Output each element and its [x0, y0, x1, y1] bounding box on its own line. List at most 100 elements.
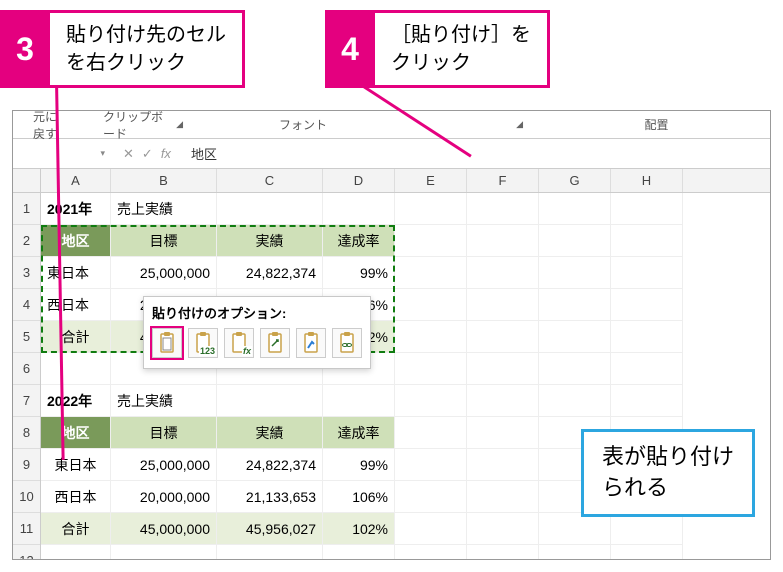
row-header[interactable]: 10	[13, 481, 40, 513]
cell[interactable]	[395, 513, 467, 545]
col-header[interactable]: H	[611, 169, 683, 192]
cell[interactable]: 実績	[217, 225, 323, 257]
cell[interactable]: 2022年	[41, 385, 111, 417]
cell[interactable]: 24,822,374	[217, 449, 323, 481]
paste-link-icon[interactable]	[332, 328, 362, 358]
cell[interactable]	[467, 385, 539, 417]
cell[interactable]	[395, 449, 467, 481]
cell[interactable]	[467, 257, 539, 289]
cell[interactable]: 20,000,000	[111, 481, 217, 513]
cell[interactable]: 売上実績	[111, 193, 217, 225]
cell[interactable]: 東日本	[41, 449, 111, 481]
select-all-corner[interactable]	[13, 169, 41, 193]
cell[interactable]	[395, 385, 467, 417]
cell[interactable]: 地区	[41, 225, 111, 257]
cell[interactable]	[467, 289, 539, 321]
cell[interactable]	[395, 545, 467, 560]
cell[interactable]: 実績	[217, 417, 323, 449]
cell[interactable]	[323, 193, 395, 225]
col-header[interactable]: D	[323, 169, 395, 192]
paste-formulas-icon[interactable]: fx	[224, 328, 254, 358]
row-header[interactable]: 7	[13, 385, 40, 417]
cell[interactable]	[467, 513, 539, 545]
cell[interactable]	[539, 321, 611, 353]
cell[interactable]: 24,822,374	[217, 257, 323, 289]
paste-formatting-icon[interactable]	[296, 328, 326, 358]
col-header[interactable]: F	[467, 169, 539, 192]
cell[interactable]: 達成率	[323, 417, 395, 449]
cell[interactable]	[539, 353, 611, 385]
cell[interactable]: 東日本	[41, 257, 111, 289]
col-header[interactable]: E	[395, 169, 467, 192]
cell[interactable]	[467, 481, 539, 513]
cell[interactable]: 合計	[41, 513, 111, 545]
cell[interactable]: 達成率	[323, 225, 395, 257]
dialog-launcher-icon[interactable]: ◢	[176, 119, 183, 130]
cell[interactable]	[395, 481, 467, 513]
cell[interactable]	[611, 289, 683, 321]
col-header[interactable]: B	[111, 169, 217, 192]
row-header[interactable]: 5	[13, 321, 40, 353]
cell[interactable]	[395, 257, 467, 289]
cell[interactable]: 2021年	[41, 193, 111, 225]
cell[interactable]	[539, 193, 611, 225]
formula-bar-content[interactable]: 地区	[181, 144, 217, 163]
cell[interactable]	[611, 257, 683, 289]
row-header[interactable]: 11	[13, 513, 40, 545]
cell[interactable]	[467, 321, 539, 353]
cell[interactable]: 99%	[323, 257, 395, 289]
paste-transpose-icon[interactable]	[260, 328, 290, 358]
paste-icon[interactable]	[152, 328, 182, 358]
cell[interactable]: 21,133,653	[217, 481, 323, 513]
col-header[interactable]: G	[539, 169, 611, 192]
cell[interactable]: 西日本	[41, 289, 111, 321]
cell[interactable]	[611, 353, 683, 385]
enter-icon[interactable]: ✓	[142, 146, 153, 162]
cell[interactable]: 売上実績	[111, 385, 217, 417]
cell[interactable]: 106%	[323, 481, 395, 513]
row-header[interactable]: 9	[13, 449, 40, 481]
row-header[interactable]: 6	[13, 353, 40, 385]
cell[interactable]: 地区	[41, 417, 111, 449]
cell[interactable]	[467, 353, 539, 385]
cell[interactable]	[395, 193, 467, 225]
cell[interactable]	[395, 353, 467, 385]
cell[interactable]	[611, 225, 683, 257]
cell[interactable]	[41, 353, 111, 385]
row-header[interactable]: 8	[13, 417, 40, 449]
dialog-launcher-icon[interactable]: ◢	[516, 119, 523, 130]
cell[interactable]: 102%	[323, 513, 395, 545]
cell[interactable]	[111, 545, 217, 560]
cell[interactable]	[611, 545, 683, 560]
cell[interactable]	[539, 545, 611, 560]
name-box[interactable]: ▾	[13, 148, 113, 159]
cell[interactable]: 99%	[323, 449, 395, 481]
cell[interactable]	[395, 321, 467, 353]
cell[interactable]	[395, 417, 467, 449]
row-header[interactable]: 1	[13, 193, 40, 225]
cell[interactable]	[539, 385, 611, 417]
col-header[interactable]: C	[217, 169, 323, 192]
row-header[interactable]: 12	[13, 545, 40, 560]
cell[interactable]	[539, 257, 611, 289]
cell[interactable]: 合計	[41, 321, 111, 353]
cell[interactable]	[217, 193, 323, 225]
cell[interactable]: 45,956,027	[217, 513, 323, 545]
cell[interactable]: 西日本	[41, 481, 111, 513]
cell[interactable]	[611, 321, 683, 353]
cell[interactable]	[467, 225, 539, 257]
fx-icon[interactable]: fx	[161, 146, 171, 162]
cell[interactable]: 25,000,000	[111, 257, 217, 289]
cell[interactable]	[395, 289, 467, 321]
cell[interactable]	[323, 545, 395, 560]
row-header[interactable]: 4	[13, 289, 40, 321]
cell[interactable]	[539, 225, 611, 257]
cell[interactable]: 25,000,000	[111, 449, 217, 481]
cell[interactable]	[611, 385, 683, 417]
cell[interactable]: 目標	[111, 225, 217, 257]
cell[interactable]	[467, 193, 539, 225]
cell[interactable]	[41, 545, 111, 560]
cell[interactable]	[217, 545, 323, 560]
cell[interactable]	[217, 385, 323, 417]
cell[interactable]	[611, 193, 683, 225]
